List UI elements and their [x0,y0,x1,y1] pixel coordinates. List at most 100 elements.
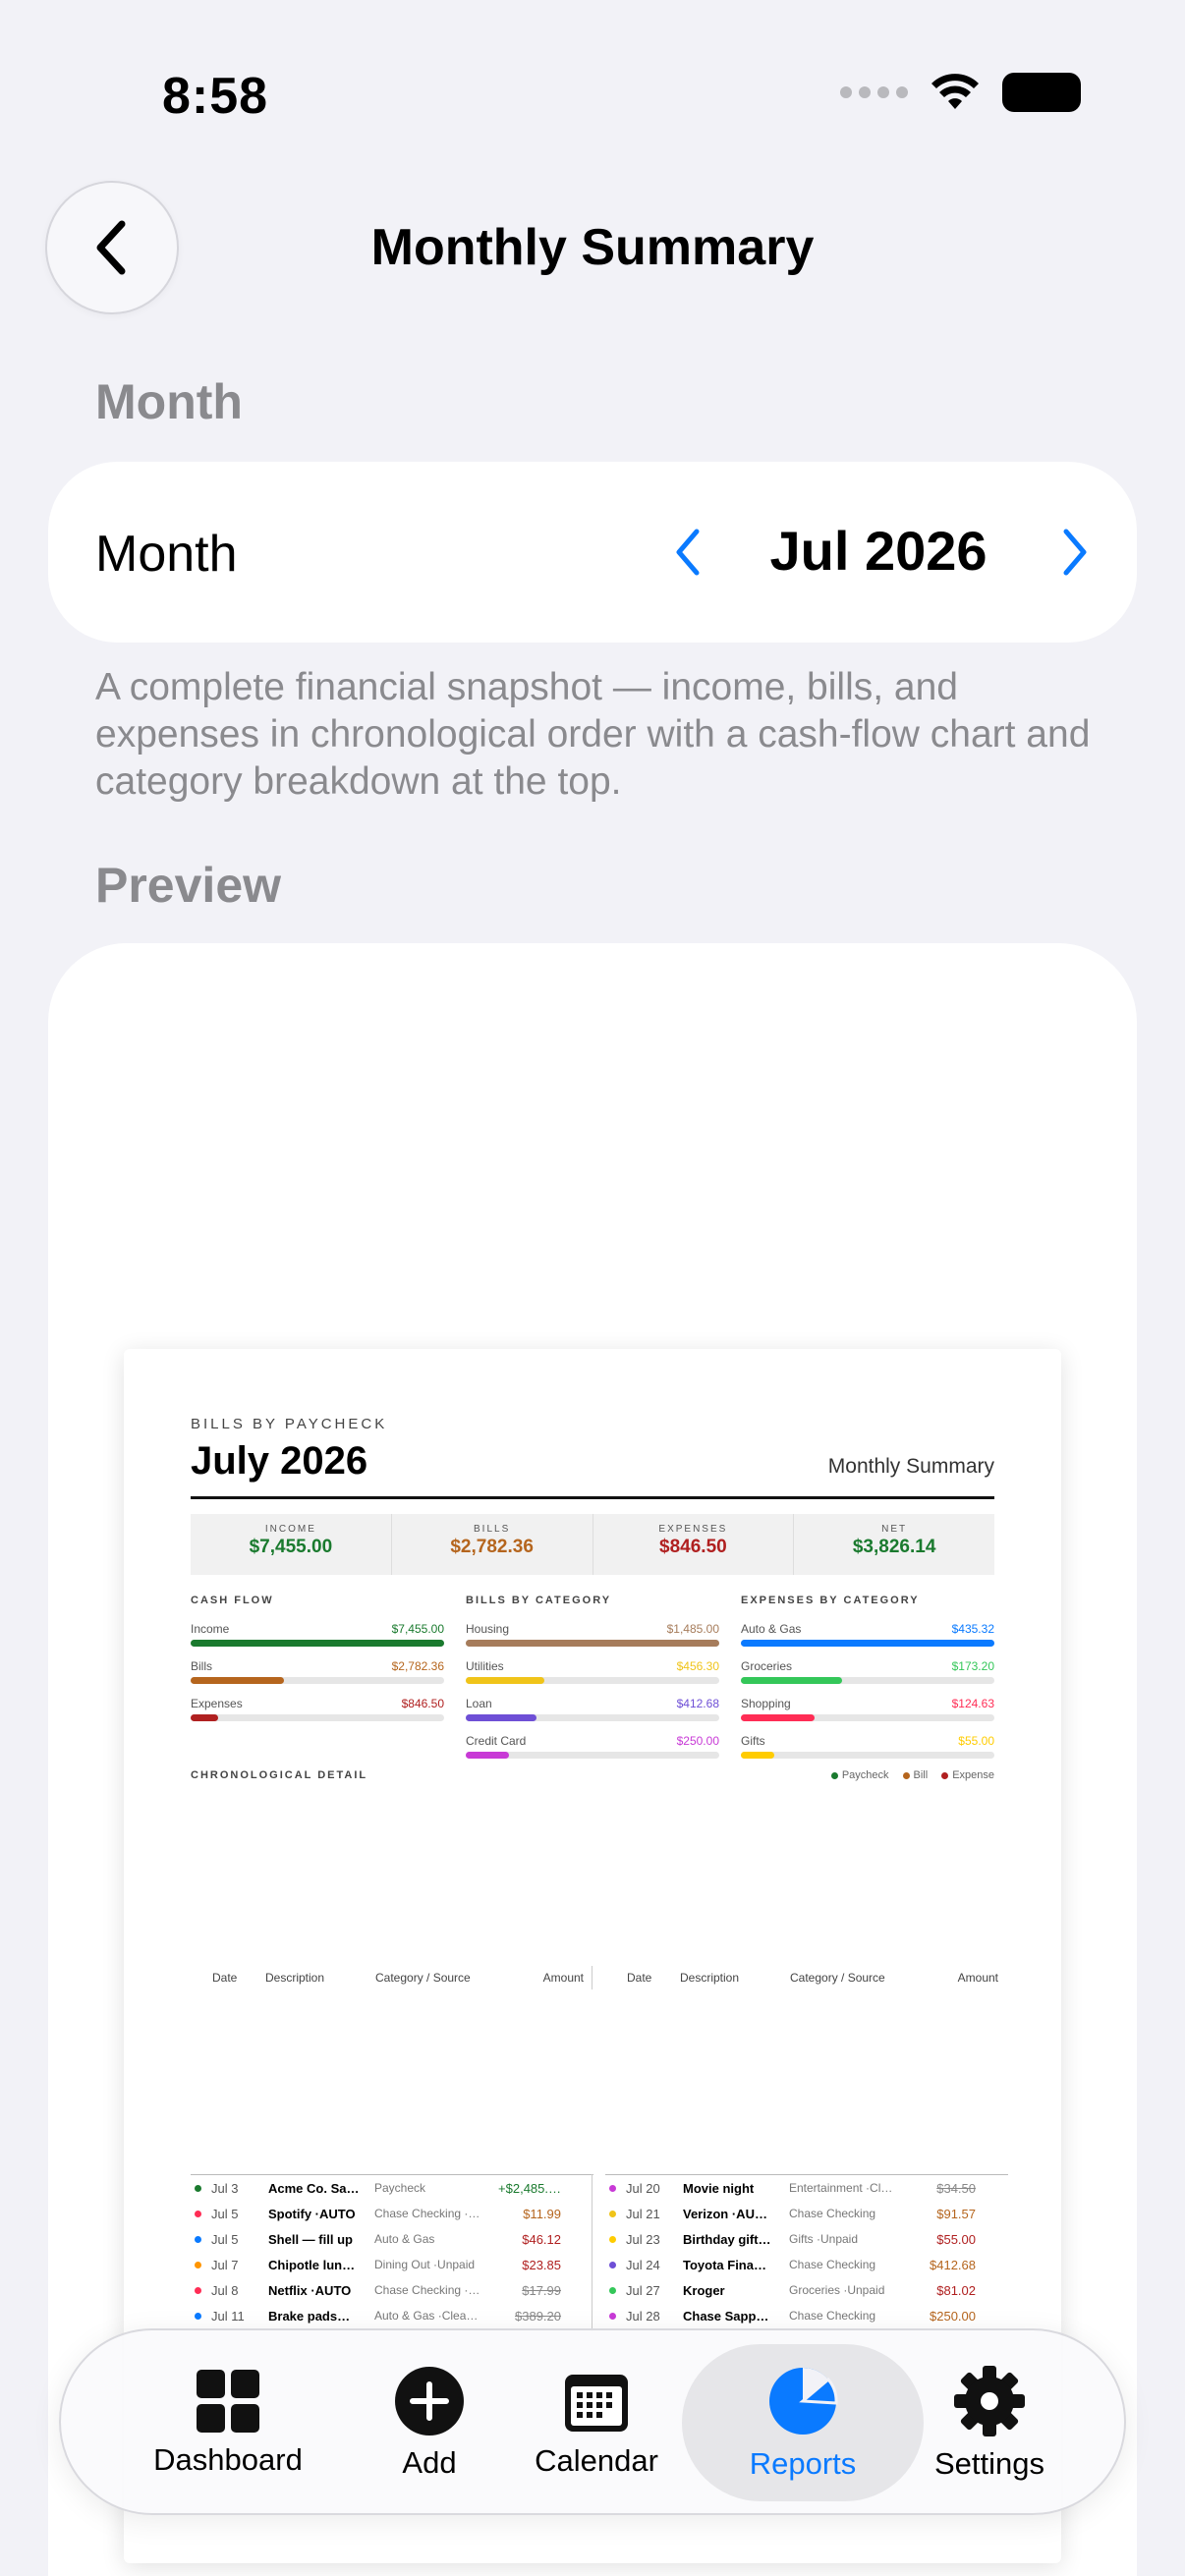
bar-labels: Bills $2,782.36 [191,1659,444,1673]
calendar-icon [565,2375,628,2432]
row-date: Jul 23 [626,2231,660,2247]
table-row[interactable]: Jul 21 Verizon ·AU… Chase Checking $91.57 [605,2201,1008,2226]
table-row[interactable]: Jul 7 Chipotle lun… Dining Out ·Unpaid $23.… [191,2252,593,2277]
bar-value: $124.63 [951,1697,994,1710]
cash-flow-section: CASH FLOW Income $7,455.00 Bills $2,782.36 E… [191,1595,444,1734]
table-row[interactable]: Jul 11 Brake pads… Auto & Gas ·Clea… $389.2… [191,2303,593,2328]
row-date: Jul 8 [211,2282,239,2298]
row-amount: +$2,485.… [498,2180,561,2196]
bar-fill [191,1677,285,1684]
row-category: Chase Checking ·… [374,2207,480,2220]
grid-icon [197,2370,259,2433]
bar-row: Utilities $456.30 [466,1659,719,1684]
column-header: Amount [542,1971,584,1985]
row-date: Jul 20 [626,2180,660,2196]
pie-chart-icon [769,2368,838,2435]
table-row[interactable]: Jul 27 Kroger Groceries ·Unpaid $81.02 [605,2277,1008,2303]
bar-row: Housing $1,485.00 [466,1622,719,1647]
table-row[interactable]: Jul 28 Chase Sapp… Chase Checking $250.00 [605,2303,1008,2328]
stat-label: INCOME [264,1524,316,1535]
row-amount: $17.99 [522,2282,561,2298]
bar-track [466,1677,719,1684]
row-amount: $389.20 [515,2308,561,2324]
row-category: Gifts ·Unpaid [789,2232,859,2246]
table-row[interactable]: Jul 20 Movie night Entertainment ·Cl… $34.5… [605,2175,1008,2201]
table-row[interactable]: Jul 5 Spotify ·AUTO Chase Checking ·… $11.9… [191,2201,593,2226]
legend-label: Paycheck [841,1769,889,1781]
row-amount: $46.12 [522,2231,561,2247]
tab-add[interactable]: Add [366,2330,493,2517]
tab-label: Dashboard [153,2442,303,2477]
table-row[interactable]: Jul 23 Birthday gift… Gifts ·Unpaid $55.00 [605,2226,1008,2252]
stat-label: EXPENSES [658,1524,728,1535]
bar-label: Utilities [466,1659,504,1673]
legend-dot [902,1771,910,1779]
tab-calendar[interactable]: Calendar [523,2330,670,2517]
bar-labels: Utilities $456.30 [466,1659,719,1673]
bar-fill [741,1640,994,1647]
status-time: 8:58 [162,68,269,125]
bar-track [741,1714,994,1721]
preview-section-header: Preview [95,858,282,913]
row-description: Chipotle lun… [268,2257,356,2272]
stat-label: BILLS [474,1524,511,1535]
table-row[interactable]: Jul 5 Shell — fill up Auto & Gas $46.12 [191,2226,593,2252]
wifi-icon [931,74,979,109]
report-subtitle: Monthly Summary [827,1455,994,1478]
tab-label: Add [402,2445,457,2480]
tab-dashboard[interactable]: Dashboard [130,2330,326,2517]
summary-stats: INCOME $7,455.00 BILLS $2,782.36 EXPENSE… [191,1514,994,1575]
bar-fill [741,1752,774,1759]
bar-label: Loan [466,1697,492,1710]
legend-dot [941,1771,949,1779]
transaction-list-left: Jul 3 Acme Co. Sa… Paycheck +$2,485.… Jul 5 S… [191,2174,593,2328]
bar-row: Income $7,455.00 [191,1622,444,1647]
stat-value: $7,455.00 [249,1537,333,1557]
bar-value: $456.30 [676,1659,719,1673]
bar-value: $412.68 [676,1697,719,1710]
row-category: Groceries ·Unpaid [789,2283,885,2297]
previous-month-button[interactable] [663,513,712,591]
month-picker-card: Month Jul 2026 [48,462,1137,643]
section-heading: EXPENSES BY CATEGORY [741,1595,920,1606]
table-row[interactable]: Jul 24 Toyota Fina… Chase Checking $412.68 [605,2252,1008,2277]
category-dot [609,2235,616,2243]
table-row[interactable]: Jul 3 Acme Co. Sa… Paycheck +$2,485.… [191,2175,593,2201]
row-amount: $81.02 [936,2282,976,2298]
bills-by-category-section: BILLS BY CATEGORY Housing $1,485.00 Utilit… [466,1595,719,1771]
bar-row: Groceries $173.20 [741,1659,994,1684]
row-date: Jul 24 [626,2257,660,2272]
bar-list: Income $7,455.00 Bills $2,782.36 Expenses $84… [191,1622,444,1721]
bar-row: Credit Card $250.00 [466,1734,719,1759]
selected-month: Jul 2026 [769,520,988,582]
bar-value: $173.20 [951,1659,994,1673]
legend: Paycheck Bill Expense [830,1769,994,1781]
report-description: A complete financial snapshot — income, … [95,666,1091,803]
stat-label: NET [881,1524,908,1535]
next-month-button[interactable] [1050,513,1100,591]
legend-item: Expense [941,1769,994,1781]
row-category: Chase Checking [789,2309,876,2323]
bar-label: Expenses [191,1697,243,1710]
category-dot [609,2286,616,2294]
bar-label: Gifts [741,1734,765,1748]
bar-value: $55.00 [958,1734,994,1748]
bar-fill [466,1714,537,1721]
bar-labels: Expenses $846.50 [191,1697,444,1710]
table-row[interactable]: Jul 8 Netflix ·AUTO Chase Checking ·… $17.9… [191,2277,593,2303]
row-category: Dining Out ·Unpaid [374,2258,476,2271]
tab-settings[interactable]: Settings [906,2330,1073,2517]
bar-labels: Credit Card $250.00 [466,1734,719,1748]
bar-labels: Loan $412.68 [466,1697,719,1710]
row-amount: $34.50 [936,2180,976,2196]
row-description: Verizon ·AU… [683,2206,767,2221]
row-amount: $91.57 [936,2206,976,2221]
tab-reports[interactable]: Reports [709,2330,896,2517]
table-header-left: Date Description Category / Source Amoun… [191,1971,584,1985]
row-date: Jul 3 [211,2180,239,2196]
bar-value: $1,485.00 [666,1622,719,1636]
month-section-header: Month [95,374,243,429]
column-header: Category / Source [375,1971,471,1985]
bar-row: Loan $412.68 [466,1697,719,1721]
row-date: Jul 28 [626,2308,660,2324]
